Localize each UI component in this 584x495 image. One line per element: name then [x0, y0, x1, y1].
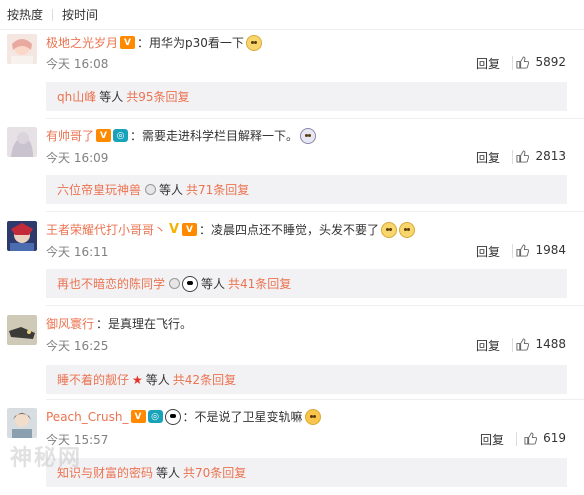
vip-badge-icon[interactable]: V — [130, 410, 146, 423]
member-badge-icon[interactable]: ◎ — [147, 410, 163, 423]
vip-badge-icon[interactable]: V — [120, 36, 136, 49]
subreply-text: 等人 — [145, 373, 170, 387]
emoji-icon — [399, 221, 416, 238]
comment-text: ：需要走进科学栏目解释一下。 — [130, 129, 299, 143]
comment-time: 今天 16:08 — [46, 57, 109, 71]
comment-text: ：凌晨四点还不睡觉，头发不要了 — [199, 223, 380, 237]
medal-icon — [169, 278, 181, 289]
comment-divider — [46, 305, 584, 306]
subreply-text: 等人 — [201, 277, 226, 291]
vip-badge-icon[interactable]: V — [96, 129, 112, 142]
subreply-username[interactable]: 再也不暗恋的陈同学 — [57, 275, 165, 292]
comment-time: 今天 16:25 — [46, 339, 109, 353]
comment-item: 王者荣耀代打小哥哥丶 V V ：凌晨四点还不睡觉，头发不要了 今天 16:11 … — [0, 216, 584, 304]
comment-item: 御风寰行 ：是真理在飞行。 今天 16:25 回复 1488 睡不着的靓仔 ★ … — [0, 310, 584, 398]
comment-time: 今天 16:09 — [46, 151, 109, 165]
emoji-icon — [381, 221, 398, 238]
comment-item: 极地之光岁月 V ：用华为p30看一下 今天 16:08 回复 5892 qh山… — [0, 30, 584, 118]
subreply-username[interactable]: 睡不着的靓仔 — [57, 371, 129, 388]
action-divider — [512, 56, 513, 70]
sort-by-time-button[interactable]: 按时间 — [62, 6, 98, 23]
subreply-summary[interactable]: 知识与财富的密码 等人 共70条回复 — [46, 458, 567, 487]
like-count: 619 — [543, 431, 566, 445]
comment-username[interactable]: 御风寰行 — [46, 315, 94, 332]
reply-button[interactable]: 回复 — [476, 337, 500, 354]
comment-item: 有帅哥了 V ◎ ：需要走进科学栏目解释一下。 今天 16:09 回复 2813… — [0, 122, 584, 210]
comment-text: ：是真理在飞行。 — [96, 317, 193, 331]
comment-text: ：用华为p30看一下 — [137, 36, 244, 50]
reply-button[interactable]: 回复 — [476, 149, 500, 166]
sort-by-hot-button[interactable]: 按热度 — [7, 6, 43, 23]
verified-v-icon[interactable]: V — [168, 222, 180, 237]
thumbs-up-icon — [524, 431, 538, 445]
subreply-username[interactable]: 六位帝皇玩神兽 — [57, 181, 141, 198]
subreply-summary[interactable]: 再也不暗恋的陈同学 等人 共41条回复 — [46, 269, 567, 298]
subreply-count-link[interactable]: 共41条回复 — [228, 275, 291, 292]
emoji-icon — [245, 34, 262, 51]
sort-bar: 按热度 按时间 — [0, 0, 584, 30]
thumbs-up-icon — [516, 243, 530, 257]
avatar[interactable] — [7, 315, 37, 345]
reply-button[interactable]: 回复 — [476, 55, 500, 72]
like-button[interactable]: 5892 — [516, 55, 566, 69]
subreply-count-link[interactable]: 共42条回复 — [173, 371, 236, 388]
subreply-username[interactable]: qh山峰 — [57, 88, 96, 105]
subreply-text: 等人 — [156, 466, 181, 480]
like-button[interactable]: 619 — [524, 431, 566, 445]
subreply-summary[interactable]: qh山峰 等人 共95条回复 — [46, 82, 567, 111]
action-divider — [512, 338, 513, 352]
comment-item: Peach_Crush_ V ◎ ：不是说了卫星变轨嘛 今天 15:57 回复 … — [0, 403, 584, 495]
subreply-count-link[interactable]: 共70条回复 — [183, 464, 246, 481]
subreply-summary[interactable]: 六位帝皇玩神兽 等人 共71条回复 — [46, 175, 567, 204]
thumbs-up-icon — [516, 337, 530, 351]
thumbs-up-icon — [516, 149, 530, 163]
emoji-icon — [300, 127, 317, 144]
comment-username[interactable]: 极地之光岁月 — [46, 34, 118, 51]
star-icon: ★ — [132, 372, 143, 387]
thumbs-up-icon — [516, 55, 530, 69]
avatar[interactable] — [7, 408, 37, 438]
like-count: 2813 — [535, 149, 566, 163]
like-count: 1984 — [535, 243, 566, 257]
emoji-icon — [304, 408, 321, 425]
like-button[interactable]: 1984 — [516, 243, 566, 257]
action-divider — [516, 432, 517, 446]
medal-icon — [145, 184, 157, 195]
subreply-summary[interactable]: 睡不着的靓仔 ★ 等人 共42条回复 — [46, 365, 567, 394]
subreply-text: 等人 — [159, 183, 184, 197]
like-count: 1488 — [535, 337, 566, 351]
like-button[interactable]: 1488 — [516, 337, 566, 351]
reply-button[interactable]: 回复 — [480, 431, 504, 448]
vip-badge-icon[interactable]: V — [182, 223, 198, 236]
comment-time: 今天 16:11 — [46, 245, 109, 259]
avatar[interactable] — [7, 127, 37, 157]
like-button[interactable]: 2813 — [516, 149, 566, 163]
emoji-icon — [164, 408, 181, 425]
subreply-count-link[interactable]: 共95条回复 — [126, 88, 189, 105]
comment-divider — [46, 118, 584, 119]
subreply-text: 等人 — [99, 90, 124, 104]
comment-divider — [46, 399, 584, 400]
comment-username[interactable]: Peach_Crush_ — [46, 410, 129, 424]
comment-username[interactable]: 有帅哥了 — [46, 127, 94, 144]
comment-username[interactable]: 王者荣耀代打小哥哥丶 — [46, 221, 166, 238]
action-divider — [512, 244, 513, 258]
comment-divider — [46, 211, 584, 212]
reply-button[interactable]: 回复 — [476, 243, 500, 260]
avatar[interactable] — [7, 221, 37, 251]
emoji-icon — [182, 275, 199, 292]
comment-time: 今天 15:57 — [46, 433, 109, 447]
sort-divider — [52, 8, 54, 21]
member-badge-icon[interactable]: ◎ — [113, 129, 129, 142]
action-divider — [512, 150, 513, 164]
subreply-count-link[interactable]: 共71条回复 — [186, 181, 249, 198]
comment-text: ：不是说了卫星变轨嘛 — [182, 410, 303, 424]
subreply-username[interactable]: 知识与财富的密码 — [57, 464, 153, 481]
like-count: 5892 — [535, 55, 566, 69]
avatar[interactable] — [7, 34, 37, 64]
